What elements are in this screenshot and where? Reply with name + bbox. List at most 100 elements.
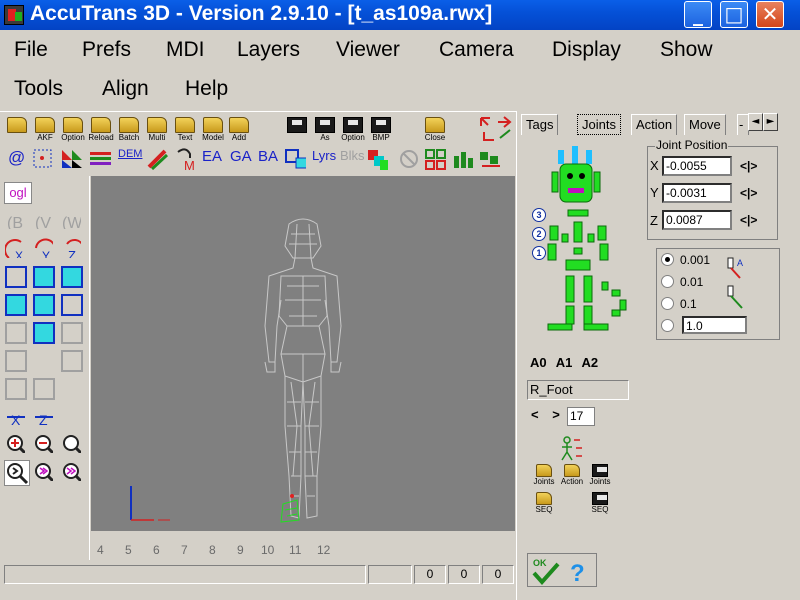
walking-figure-icon[interactable]	[558, 436, 584, 462]
open-text-button[interactable]: Text	[172, 116, 198, 146]
menu-layers[interactable]: Layers	[237, 38, 300, 62]
joint-index-field[interactable]: 17	[567, 407, 595, 426]
pencil-icon[interactable]	[146, 148, 168, 170]
save-button[interactable]	[284, 116, 310, 146]
dotted-box-icon[interactable]	[32, 148, 54, 170]
joint-x-field[interactable]: -0.0055	[662, 156, 732, 176]
rotate-z-icon[interactable]: Z	[60, 237, 82, 259]
triangles-icon[interactable]	[60, 148, 82, 170]
cube-outline-icon[interactable]	[5, 266, 27, 288]
joint-level-2[interactable]: 2	[532, 227, 546, 241]
cube-solid-icon[interactable]	[33, 294, 55, 316]
decrease-increment-icon[interactable]	[726, 284, 748, 310]
prev-joint-button[interactable]: <	[531, 407, 539, 422]
tab-move[interactable]: Move	[684, 114, 726, 135]
a0-button[interactable]: A0	[530, 355, 547, 370]
ga-button[interactable]: GA	[230, 148, 252, 165]
menu-camera[interactable]: Camera	[439, 38, 514, 62]
menu-viewer[interactable]: Viewer	[336, 38, 400, 62]
save-as-button[interactable]: As	[312, 116, 338, 146]
zoom-all-icon[interactable]	[60, 460, 82, 482]
z-step-button[interactable]: <|>	[740, 213, 757, 227]
zoom-icon[interactable]	[60, 432, 82, 454]
menu-tools[interactable]: Tools	[14, 77, 63, 101]
reload-button[interactable]: Reload	[88, 116, 114, 146]
tab-action[interactable]: Action	[631, 114, 678, 135]
open-action-button[interactable]: Action	[558, 464, 586, 492]
cube-outline-icon[interactable]	[61, 294, 83, 316]
multi-button[interactable]: Multi	[144, 116, 170, 146]
help-question-icon[interactable]: ?	[566, 556, 592, 586]
maximize-button[interactable]: □	[720, 1, 748, 28]
lyrs-button[interactable]: Lyrs	[312, 148, 336, 163]
increment-radio-0001[interactable]	[661, 253, 674, 266]
batch-button[interactable]: Batch	[116, 116, 142, 146]
a2-button[interactable]: A2	[582, 355, 599, 370]
increment-radio-001[interactable]	[661, 275, 674, 288]
cube-solid-icon[interactable]	[33, 322, 55, 344]
save-option-button[interactable]: Option	[340, 116, 366, 146]
bars-icon[interactable]	[452, 148, 474, 170]
layer-box-icon[interactable]	[284, 148, 306, 170]
rotate-y-icon[interactable]: Y	[32, 237, 54, 259]
arrange-icon[interactable]	[478, 148, 500, 170]
menu-display[interactable]: Display	[552, 38, 621, 62]
rotate-x-icon[interactable]: X	[4, 237, 26, 259]
transform-arrows-icon[interactable]	[478, 114, 514, 142]
save-joints-button[interactable]: Joints	[586, 464, 614, 492]
tab-joints[interactable]: Joints	[577, 114, 621, 135]
app-icon[interactable]	[4, 5, 24, 25]
joint-z-field[interactable]: 0.0087	[662, 210, 732, 230]
increment-radio-custom[interactable]	[661, 319, 674, 332]
close-model-button[interactable]: Close	[422, 116, 448, 146]
open-button[interactable]	[4, 116, 30, 146]
joint-level-3[interactable]: 3	[532, 208, 546, 222]
zoom-select-button[interactable]	[4, 460, 30, 486]
colored-lines-icon[interactable]	[89, 148, 111, 170]
zoom-out-icon[interactable]	[32, 432, 54, 454]
skeleton-diagram[interactable]	[528, 142, 634, 342]
color-select-icon[interactable]	[366, 148, 388, 170]
ba-button[interactable]: BA	[258, 148, 278, 165]
ok-check-icon[interactable]: OK	[531, 556, 561, 586]
tab-scroll-left-button[interactable]: ◄	[748, 113, 763, 131]
dem-button[interactable]: DEM	[118, 148, 142, 160]
tab-scroll-right-button[interactable]: ►	[763, 113, 778, 131]
open-akf-button[interactable]: AKF	[32, 116, 58, 146]
next-joint-button[interactable]: >	[552, 407, 560, 422]
add-button[interactable]: Add	[226, 116, 252, 146]
increment-custom-field[interactable]: 1.0	[682, 316, 747, 334]
a1-button[interactable]: A1	[556, 355, 573, 370]
joint-level-1[interactable]: 1	[532, 246, 546, 260]
grid-select-icon[interactable]	[424, 148, 446, 170]
increment-radio-01[interactable]	[661, 297, 674, 310]
menu-align[interactable]: Align	[102, 77, 149, 101]
open-joints-button[interactable]: Joints	[530, 464, 558, 492]
at-button[interactable]: @	[8, 148, 25, 168]
cube-solid-icon[interactable]	[5, 294, 27, 316]
ogl-button[interactable]: ogl	[4, 182, 32, 204]
center-z-icon[interactable]: Z	[32, 404, 54, 426]
menu-show[interactable]: Show	[660, 38, 713, 62]
zoom-next-icon[interactable]	[32, 460, 54, 482]
center-x-icon[interactable]: X	[4, 404, 26, 426]
cube-solid-icon[interactable]	[61, 266, 83, 288]
menu-file[interactable]: File	[14, 38, 48, 62]
x-step-button[interactable]: <|>	[740, 159, 757, 173]
no-entry-icon[interactable]	[398, 148, 420, 170]
y-step-button[interactable]: <|>	[740, 186, 757, 200]
menu-prefs[interactable]: Prefs	[82, 38, 131, 62]
zoom-in-icon[interactable]	[4, 432, 26, 454]
tab-tags[interactable]: Tags	[521, 114, 559, 135]
cube-solid-icon[interactable]	[33, 266, 55, 288]
ea-button[interactable]: EA	[202, 148, 222, 165]
3d-viewport[interactable]	[91, 176, 515, 531]
increase-increment-icon[interactable]: A	[726, 256, 748, 282]
menu-mdi[interactable]: MDI	[166, 38, 205, 62]
magnet-icon[interactable]: M	[174, 148, 196, 170]
save-seq-button[interactable]: SEQ	[586, 492, 614, 520]
joint-y-field[interactable]: -0.0031	[662, 183, 732, 203]
joint-name-field[interactable]: R_Foot	[527, 380, 629, 400]
minimize-button[interactable]: _	[684, 1, 712, 28]
save-bmp-button[interactable]: BMP	[368, 116, 394, 146]
